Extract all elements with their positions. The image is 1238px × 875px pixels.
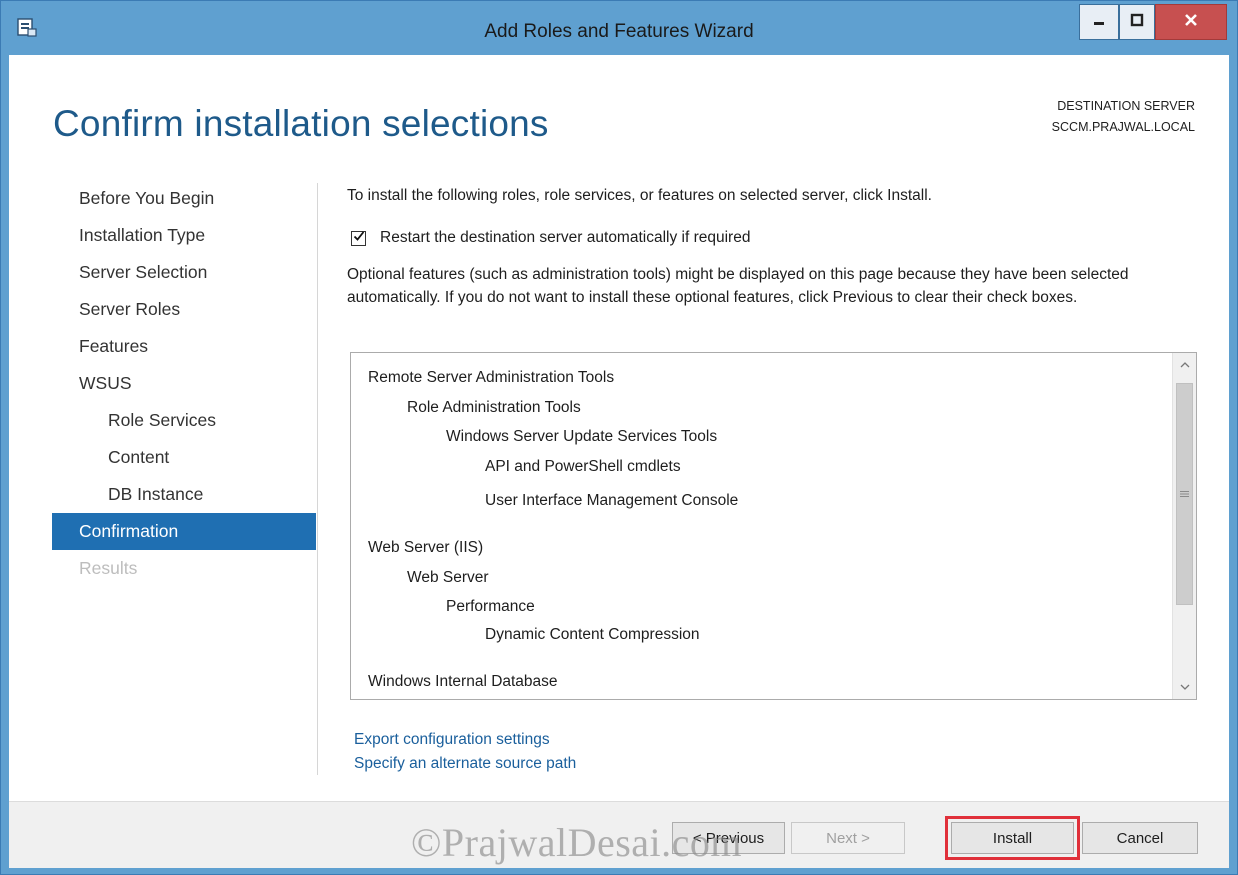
grip-icon [1180,485,1189,503]
scroll-up-button[interactable] [1173,353,1196,377]
feature-item-performance: Performance [446,598,535,615]
page-title: Confirm installation selections [53,103,549,144]
feature-item-wsus-tools: Windows Server Update Services Tools [446,428,718,445]
cancel-button[interactable]: Cancel [1082,822,1198,854]
chevron-up-icon [1180,356,1190,374]
nav-item-results: Results [79,558,138,578]
next-button: Next > [791,822,905,854]
nav-item-confirmation[interactable]: Confirmation [52,513,316,550]
intro-text: To install the following roles, role ser… [347,187,932,204]
window-title: Add Roles and Features Wizard [484,21,754,42]
nav-item-role-services[interactable]: Role Services [52,402,316,439]
nav-item-db-instance[interactable]: DB Instance [52,476,316,513]
feature-item-role-admin-tools: Role Administration Tools [407,399,581,416]
restart-checkbox[interactable] [351,229,366,247]
maximize-button[interactable] [1119,4,1155,40]
checkmark-icon [353,229,365,247]
nav-item-installation-type[interactable]: Installation Type [52,217,316,254]
feature-item-remote-server-admin-tools: Remote Server Administration Tools [368,369,615,386]
scroll-down-button[interactable] [1173,675,1196,699]
nav-item-server-roles[interactable]: Server Roles [52,291,316,328]
export-configuration-link[interactable]: Export configuration settings [354,731,550,749]
optional-features-note: Optional features (such as administratio… [347,266,1129,306]
destination-server-name: SCCM.PRAJWAL.LOCAL [1051,120,1195,134]
nav-item-before-you-begin[interactable]: Before You Begin [52,180,316,217]
close-button[interactable] [1155,4,1227,40]
minimize-button[interactable] [1079,4,1119,40]
feature-item-web-server: Web Server [407,569,489,586]
install-button[interactable]: Install [951,822,1074,854]
feature-item-api-powershell: API and PowerShell cmdlets [485,458,681,475]
nav-divider [317,183,318,775]
scroll-thumb[interactable] [1176,383,1193,605]
nav-item-content[interactable]: Content [52,439,316,476]
wizard-nav: Before You Begin Installation Type Serve… [52,180,316,587]
title-bar[interactable]: Add Roles and Features Wizard [1,1,1237,55]
wizard-window: Add Roles and Features Wizard Confirm in… [0,0,1238,875]
restart-checkbox-label[interactable]: Restart the destination server automatic… [380,229,750,247]
feature-item-web-server-iis: Web Server (IIS) [368,539,484,556]
watermark: ©PrajwalDesai.com [411,820,743,865]
wizard-client-area: Confirm installation selections DESTINAT… [9,55,1229,868]
minimize-icon [1092,13,1106,32]
close-icon [1183,12,1199,33]
feature-item-dynamic-content-compression: Dynamic Content Compression [485,626,700,643]
nav-item-wsus[interactable]: WSUS [52,365,316,402]
features-list[interactable]: Remote Server Administration Tools Role … [350,352,1197,700]
feature-item-ui-management-console: User Interface Management Console [485,492,739,509]
destination-server-label: DESTINATION SERVER [1057,99,1195,113]
nav-item-features[interactable]: Features [52,328,316,365]
alternate-source-path-link[interactable]: Specify an alternate source path [354,755,576,773]
feature-item-windows-internal-database: Windows Internal Database [368,673,558,690]
features-scrollbar[interactable] [1172,353,1196,699]
restart-option[interactable]: Restart the destination server automatic… [351,229,750,247]
nav-item-server-selection[interactable]: Server Selection [52,254,316,291]
chevron-down-icon [1180,678,1190,696]
maximize-icon [1130,13,1144,32]
